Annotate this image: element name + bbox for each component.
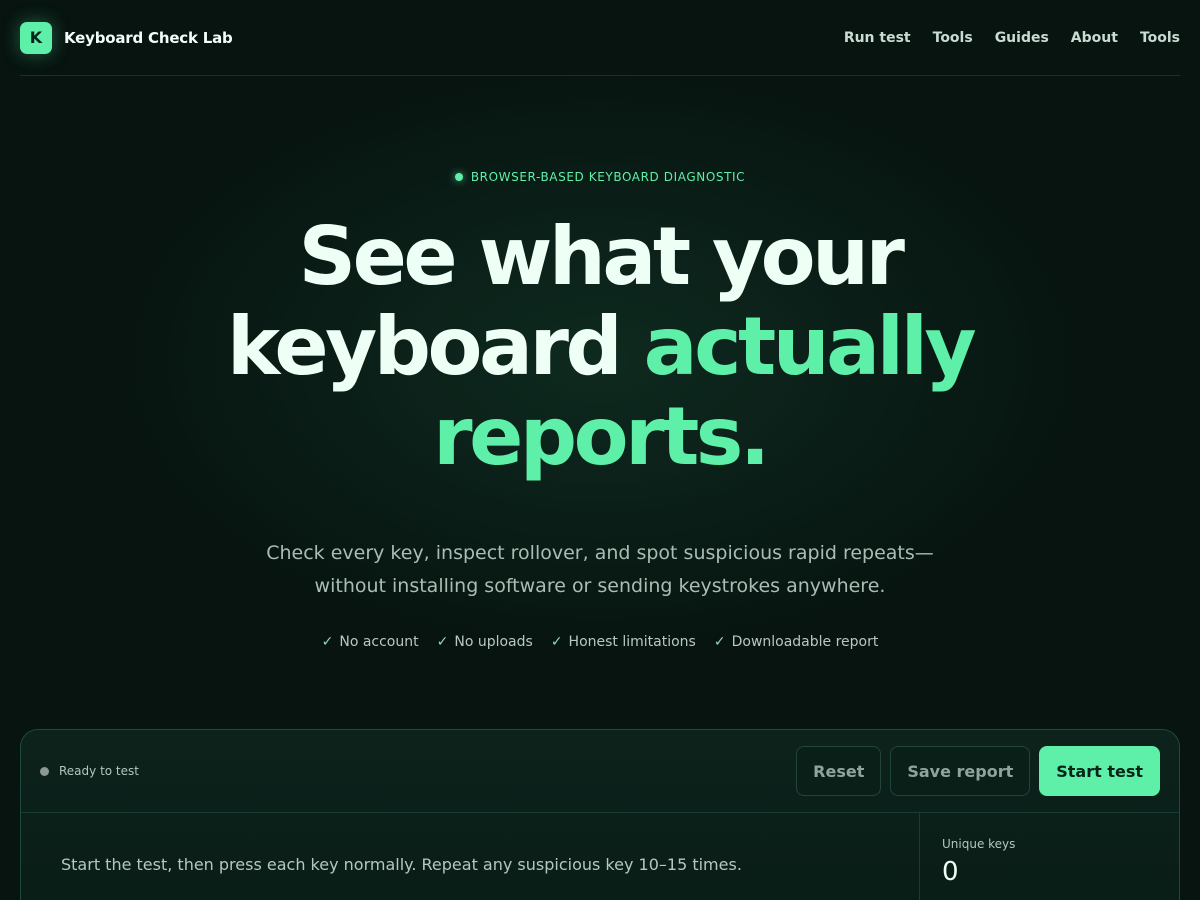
check-icon: ✓	[321, 634, 334, 650]
feature-checks: ✓ No account ✓ No uploads ✓ Honest limitati…	[0, 634, 1200, 650]
test-panel: Ready to test Reset Save report Start te…	[20, 729, 1180, 900]
check-label: Downloadable report	[731, 634, 879, 650]
test-instructions: Start the test, then press each key norm…	[61, 855, 742, 874]
check-label: No account	[339, 634, 419, 650]
test-actions: Reset Save report Start test	[796, 746, 1160, 796]
lede-line-2: without installing software or sending k…	[314, 575, 886, 597]
headline-line-1: See what your	[298, 210, 905, 303]
main-nav: Run test Tools Guides About Tools	[844, 30, 1180, 46]
check-icon: ✓	[436, 634, 449, 650]
save-report-button[interactable]: Save report	[890, 746, 1031, 796]
site-header: K Keyboard Check Lab Run test Tools Guid…	[20, 0, 1180, 76]
nav-tools-2[interactable]: Tools	[1140, 30, 1180, 46]
nav-run-test[interactable]: Run test	[844, 30, 911, 46]
hero-description: Check every key, inspect rollover, and s…	[0, 537, 1200, 603]
status-dot-icon	[454, 173, 463, 181]
stat-value: 0	[942, 857, 959, 887]
check-item: ✓ No uploads	[437, 634, 533, 650]
page-title: See what your keyboard actually reports.	[0, 212, 1200, 482]
unique-keys-stat: Unique keys 0	[919, 813, 1179, 900]
check-label: No uploads	[454, 634, 533, 650]
brand[interactable]: K Keyboard Check Lab	[20, 21, 233, 54]
start-test-button[interactable]: Start test	[1039, 746, 1160, 796]
brand-name: Keyboard Check Lab	[64, 28, 233, 47]
logo-icon: K	[20, 21, 52, 54]
test-body: Start the test, then press each key norm…	[21, 813, 1179, 900]
nav-tools[interactable]: Tools	[933, 30, 973, 46]
check-icon: ✓	[550, 634, 563, 650]
check-item: ✓ No account	[322, 634, 419, 650]
lede-line-1: Check every key, inspect rollover, and s…	[266, 542, 934, 564]
status-indicator-icon	[40, 766, 49, 776]
status-text: Ready to test	[59, 764, 139, 778]
headline-line-2-accent: actually	[643, 300, 977, 393]
stat-label: Unique keys	[942, 837, 1016, 851]
headline-line-2-plain: keyboard	[226, 300, 644, 393]
check-label: Honest limitations	[568, 634, 696, 650]
check-item: ✓ Honest limitations	[551, 634, 696, 650]
headline-line-3-accent: reports.	[433, 390, 770, 483]
check-icon: ✓	[713, 634, 726, 650]
nav-guides[interactable]: Guides	[995, 30, 1049, 46]
test-toolbar: Ready to test Reset Save report Start te…	[21, 730, 1179, 813]
test-status: Ready to test	[40, 764, 139, 778]
nav-about[interactable]: About	[1071, 30, 1118, 46]
check-item: ✓ Downloadable report	[714, 634, 879, 650]
eyebrow-text: BROWSER-BASED KEYBOARD DIAGNOSTIC	[470, 170, 746, 184]
reset-button[interactable]: Reset	[796, 746, 882, 796]
eyebrow: BROWSER-BASED KEYBOARD DIAGNOSTIC	[0, 170, 1200, 184]
